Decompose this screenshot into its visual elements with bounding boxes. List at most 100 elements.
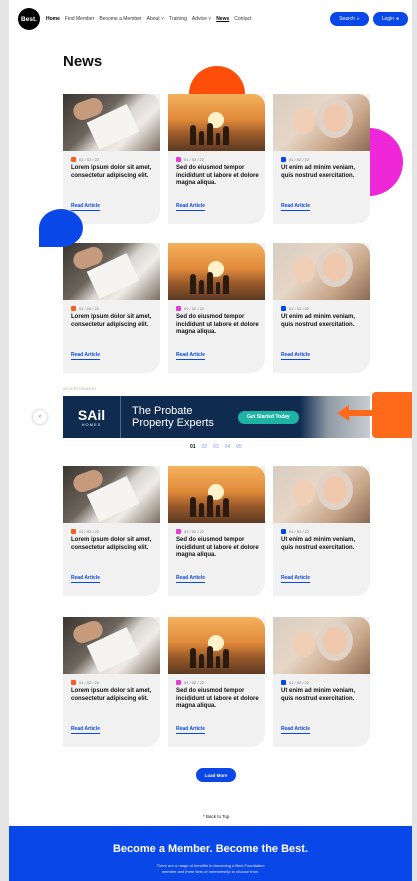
read-article-link[interactable]: Read Article <box>281 575 310 583</box>
logo[interactable]: Best. <box>18 8 40 30</box>
nav-training[interactable]: Training <box>169 16 187 22</box>
calendar-icon <box>281 680 286 685</box>
news-card-date: 01 / 02 / 22 <box>71 529 99 534</box>
news-card-image <box>273 243 370 300</box>
ad-brand-name: SAil <box>77 406 106 423</box>
news-card-image <box>168 94 265 151</box>
read-article-link[interactable]: Read Article <box>71 203 100 211</box>
calendar-icon <box>281 157 286 162</box>
news-card-image <box>273 617 370 674</box>
load-more-button[interactable]: Load More <box>196 768 236 782</box>
footer-text: There are a range of benefits to becomin… <box>9 863 412 875</box>
ad-page-4[interactable]: 04 <box>225 444 231 450</box>
news-card-image <box>63 617 160 674</box>
news-card[interactable]: 01 / 02 / 22 Lorem ipsum dolor sit amet, … <box>63 243 160 373</box>
calendar-icon <box>176 306 181 311</box>
nav-find-member[interactable]: Find Member <box>65 16 94 22</box>
calendar-icon <box>71 680 76 685</box>
ad-brand-logo: SAil HOMES <box>63 396 121 438</box>
nav-links: Home Find Member Become a Member About ˅… <box>46 16 252 22</box>
ad-brand-sub: HOMES <box>81 421 102 427</box>
news-card[interactable]: 01 / 02 / 22 Sed do eiusmod tempor incidi… <box>168 466 265 596</box>
news-card-date-text: 01 / 02 / 22 <box>289 157 310 162</box>
news-card-date: 01 / 02 / 22 <box>281 306 309 311</box>
news-card[interactable]: 01 / 02 / 22 Lorem ipsum dolor sit amet, … <box>63 617 160 747</box>
news-card[interactable]: 01 / 02 / 22 Sed do eiusmod tempor incidi… <box>168 94 265 224</box>
footer-text-line2: member and three tiers of membership to … <box>161 869 260 874</box>
read-article-link[interactable]: Read Article <box>176 203 205 211</box>
read-article-link[interactable]: Read Article <box>71 726 100 734</box>
news-card-date: 01 / 02 / 22 <box>71 157 99 162</box>
search-button[interactable]: Search ⌕ <box>330 12 369 26</box>
ad-page-3[interactable]: 03 <box>213 444 219 450</box>
user-icon: ● <box>395 16 399 22</box>
news-card[interactable]: 01 / 02 / 22 Ut enim ad minim veniam, qui… <box>273 617 370 747</box>
news-card[interactable]: 01 / 02 / 22 Sed do eiusmod tempor incidi… <box>168 243 265 373</box>
ad-page-1[interactable]: 01 <box>190 444 196 450</box>
news-card-excerpt: Sed do eiusmod tempor incididunt ut labo… <box>176 688 259 709</box>
news-card-row: 01 / 02 / 22 Lorem ipsum dolor sit amet, … <box>63 466 370 596</box>
news-card-date: 01 / 02 / 22 <box>176 529 204 534</box>
decorative-blue-shape <box>39 209 83 247</box>
news-card-excerpt: Lorem ipsum dolor sit amet, consectetur … <box>71 537 152 551</box>
calendar-icon <box>71 529 76 534</box>
news-card-date-text: 01 / 02 / 22 <box>289 529 310 534</box>
news-card[interactable]: 01 / 02 / 22 Lorem ipsum dolor sit amet, … <box>63 94 160 224</box>
search-button-label: Search <box>339 16 355 22</box>
nav-advice[interactable]: Advice ˅ <box>192 16 211 22</box>
read-article-link[interactable]: Read Article <box>281 203 310 211</box>
back-to-top-link[interactable]: ^ Back to Top <box>196 814 236 819</box>
login-button-label: Login <box>381 16 394 22</box>
read-article-link[interactable]: Read Article <box>71 575 100 583</box>
frame-left <box>0 0 9 881</box>
news-card-date-text: 01 / 02 / 22 <box>184 529 205 534</box>
ad-headline: The Probate Property Experts <box>132 405 214 429</box>
news-card[interactable]: 01 / 02 / 22 Ut enim ad minim veniam, qui… <box>273 466 370 596</box>
news-card-date-text: 01 / 02 / 22 <box>79 529 100 534</box>
news-card-date-text: 01 / 02 / 22 <box>289 306 310 311</box>
ad-banner[interactable]: SAil HOMES The Probate Property Experts … <box>63 396 370 438</box>
news-card-date: 01 / 02 / 22 <box>281 680 309 685</box>
read-article-link[interactable]: Read Article <box>176 575 205 583</box>
news-card-image <box>63 466 160 523</box>
news-card-excerpt: Lorem ipsum dolor sit amet, consectetur … <box>71 688 152 702</box>
news-card-excerpt: Ut enim ad minim veniam, quis nostrud ex… <box>281 688 356 702</box>
read-article-link[interactable]: Read Article <box>281 352 310 360</box>
news-card-date-text: 01 / 02 / 22 <box>184 680 205 685</box>
news-card-date-text: 01 / 02 / 22 <box>79 157 100 162</box>
ad-page-2[interactable]: 02 <box>202 444 208 450</box>
read-article-link[interactable]: Read Article <box>176 352 205 360</box>
news-card-row: 01 / 02 / 22 Lorem ipsum dolor sit amet, … <box>63 94 370 224</box>
nav-contact[interactable]: Contact <box>234 16 251 22</box>
news-card[interactable]: 01 / 02 / 22 Lorem ipsum dolor sit amet, … <box>63 466 160 596</box>
news-card-excerpt: Ut enim ad minim veniam, quis nostrud ex… <box>281 537 356 551</box>
nav-about[interactable]: About ˅ <box>147 16 164 22</box>
news-card-date: 01 / 02 / 22 <box>176 157 204 162</box>
news-card[interactable]: 01 / 02 / 22 Ut enim ad minim veniam, qui… <box>273 94 370 224</box>
news-card-image <box>273 466 370 523</box>
top-navbar: Best. Home Find Member Become a Member A… <box>9 8 412 30</box>
read-article-link[interactable]: Read Article <box>71 352 100 360</box>
news-card[interactable]: 01 / 02 / 22 Sed do eiusmod tempor incidi… <box>168 617 265 747</box>
nav-home[interactable]: Home <box>46 16 60 22</box>
calendar-icon <box>281 306 286 311</box>
login-button[interactable]: Login ● <box>372 12 408 26</box>
news-card-excerpt: Sed do eiusmod tempor incididunt ut labo… <box>176 537 259 558</box>
ad-page-5[interactable]: 05 <box>236 444 242 450</box>
news-card-date-text: 01 / 02 / 22 <box>289 680 310 685</box>
calendar-icon <box>176 157 181 162</box>
ad-label: ADVERTISEMENT <box>63 387 97 391</box>
nav-news[interactable]: News <box>216 16 229 22</box>
ad-prev-button[interactable]: ‹ <box>33 410 47 424</box>
nav-become-member[interactable]: Become a Member <box>99 16 141 22</box>
news-card-date: 01 / 02 / 22 <box>71 306 99 311</box>
ad-cta-button[interactable]: Get Started Today <box>238 410 299 424</box>
membership-footer: Become a Member. Become the Best. There … <box>9 826 412 881</box>
read-article-link[interactable]: Read Article <box>281 726 310 734</box>
annotation-arrow-icon <box>337 405 379 421</box>
news-card[interactable]: 01 / 02 / 22 Ut enim ad minim veniam, qui… <box>273 243 370 373</box>
news-card-date: 01 / 02 / 22 <box>176 680 204 685</box>
news-card-image <box>63 94 160 151</box>
search-icon: ⌕ <box>356 16 360 22</box>
read-article-link[interactable]: Read Article <box>176 726 205 734</box>
